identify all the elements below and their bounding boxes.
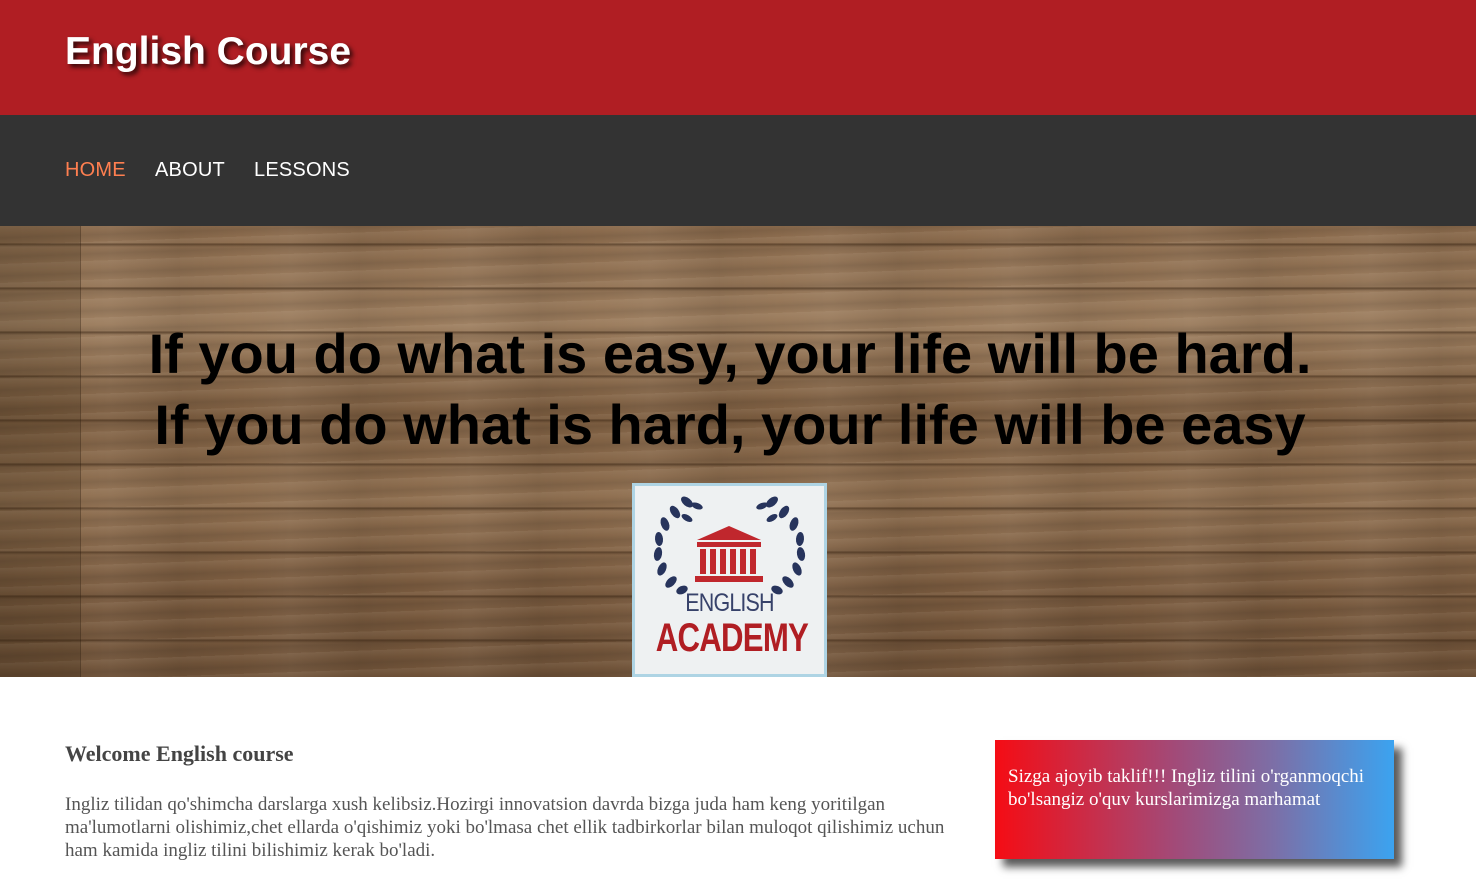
- nav-home-link[interactable]: HOME: [65, 159, 126, 182]
- main-nav: HOME ABOUT LESSONS: [0, 115, 1476, 226]
- welcome-title: Welcome English course: [65, 741, 294, 766]
- hero-quote-line-1: If you do what is easy, your life will b…: [148, 322, 1312, 385]
- logo-text-english: ENGLISH: [685, 589, 774, 617]
- promo-offer-box: Sizga ajoyib taklif!!! Ingliz tilini o'r…: [995, 740, 1394, 859]
- hero-quote: If you do what is easy, your life will b…: [0, 318, 1460, 460]
- logo-text-academy: ACADEMY: [655, 616, 809, 660]
- hero-quote-line-2: If you do what is hard, your life will b…: [154, 393, 1306, 456]
- site-title: English Course: [65, 30, 352, 73]
- nav-lessons-link[interactable]: LESSONS: [254, 159, 350, 182]
- nav-about-link[interactable]: ABOUT: [155, 159, 225, 182]
- promo-text: Sizga ajoyib taklif!!! Ingliz tilini o'r…: [1008, 766, 1365, 810]
- site-header: English Course: [0, 0, 1476, 115]
- welcome-description: Ingliz tilidan qo'shimcha darslarga xush…: [65, 794, 945, 861]
- english-academy-logo: ENGLISH ACADEMY: [632, 483, 827, 677]
